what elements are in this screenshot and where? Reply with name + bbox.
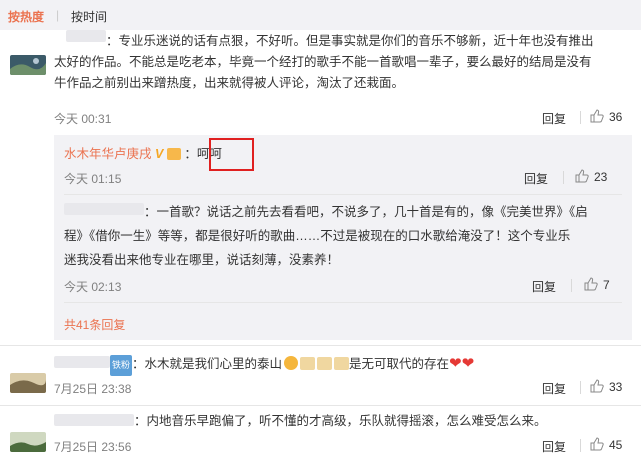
- avatar[interactable]: [10, 432, 46, 452]
- comment-time: 7月25日 23:56: [54, 440, 132, 454]
- reply-button[interactable]: 回复: [542, 110, 566, 127]
- reply-nickname[interactable]: 水木年华卢庚戌: [64, 147, 152, 161]
- comment-text-line: ：专业乐迷说的话有点狠，不好听。但是事实就是你们的音乐不够新，近十年也没有推出: [106, 34, 594, 48]
- avatar[interactable]: [10, 55, 46, 75]
- comment-text-line: ：内地音乐早跑偏了，听不懂的才高级，乐队就得摇滚，怎么难受怎么来。: [134, 414, 547, 428]
- reply-time: 今天 01:15: [64, 172, 122, 186]
- cake-emoji-icon: [334, 357, 350, 370]
- thumbs-up-icon: [590, 379, 604, 396]
- comment-time: 今天 00:31: [54, 112, 112, 126]
- username-blurred[interactable]: [64, 203, 144, 215]
- like-count: 36: [609, 110, 623, 124]
- sort-separator: |: [56, 8, 60, 22]
- like-count: 45: [609, 438, 623, 452]
- comment-text: ：水木就是我们心里的泰山: [132, 357, 283, 371]
- divider: [0, 405, 641, 406]
- vip-badge: V: [155, 147, 164, 161]
- more-replies-link[interactable]: 共41条回复: [64, 316, 125, 333]
- action-divider: [580, 111, 581, 124]
- divider: [64, 302, 622, 303]
- reply-button[interactable]: 回复: [532, 278, 556, 295]
- username-blurred[interactable]: [54, 414, 134, 426]
- thumbs-up-icon: [590, 109, 604, 126]
- username-blurred[interactable]: [66, 30, 106, 42]
- avatar[interactable]: [10, 373, 46, 393]
- cake-emoji-icon: [300, 357, 316, 370]
- reply-text-line: ：一首歌？说话之前先去看看吧，不说多了，几十首是有的，像《完美世界》《启: [144, 205, 588, 219]
- action-divider: [580, 439, 581, 452]
- action-divider: [563, 171, 564, 184]
- sort-bar: 按热度 | 按时间: [0, 0, 641, 30]
- comment-time: 7月25日 23:38: [54, 382, 132, 396]
- heart-icon: ❤❤: [449, 355, 475, 372]
- reply-line: 水木年华卢庚戌 V ：呵呵: [64, 144, 222, 165]
- action-divider: [580, 381, 581, 394]
- like-count: 33: [609, 380, 623, 394]
- comment-text-line: 铁粉 ：水木就是我们心里的泰山 是无可取代的存在❤❤: [110, 353, 474, 376]
- like-button[interactable]: 7: [584, 277, 610, 294]
- reply-button[interactable]: 回复: [524, 170, 548, 187]
- username-blurred[interactable]: [54, 356, 110, 368]
- sort-by-time[interactable]: 按时间: [71, 8, 107, 25]
- thumbs-up-icon: [590, 437, 604, 454]
- like-count: 7: [603, 278, 610, 292]
- highlight-box: [209, 138, 254, 171]
- comment-text: 是无可取代的存在: [349, 357, 450, 371]
- badge-icon: [166, 148, 181, 160]
- thumbs-up-icon: [575, 169, 589, 186]
- comment-text-line: 牛作品之前别出来蹭热度，出来就得被人评论，淘汰了还栽面。: [54, 76, 405, 90]
- sort-by-hot[interactable]: 按热度: [8, 8, 44, 25]
- reply-text-line: 程》《借你一生》等等，都是很好听的歌曲……不过是被现在的口水歌给淹没了！这个专业…: [64, 229, 571, 243]
- reply-button[interactable]: 回复: [542, 438, 566, 455]
- like-count: 23: [594, 170, 608, 184]
- comment-text-line: 太好的作品。不能总是吃老本，毕竟一个经打的歌手不能一首歌唱一辈子，要么最好的结局…: [54, 55, 592, 69]
- reply-time: 今天 02:13: [64, 280, 122, 294]
- like-button[interactable]: 36: [590, 109, 622, 126]
- thumbs-up-icon: [584, 277, 598, 294]
- emoji-icon: [284, 356, 299, 370]
- action-divider: [571, 279, 572, 292]
- divider: [0, 345, 641, 346]
- reply-text-line: 迷我没看出来他专业在哪里，说话刻薄，没素养！: [64, 253, 340, 267]
- like-button[interactable]: 33: [590, 379, 622, 396]
- cake-emoji-icon: [317, 357, 333, 370]
- like-button[interactable]: 23: [575, 169, 607, 186]
- like-button[interactable]: 45: [590, 437, 622, 454]
- reply-button[interactable]: 回复: [542, 380, 566, 397]
- fan-badge: 铁粉: [110, 355, 133, 376]
- divider: [64, 194, 622, 195]
